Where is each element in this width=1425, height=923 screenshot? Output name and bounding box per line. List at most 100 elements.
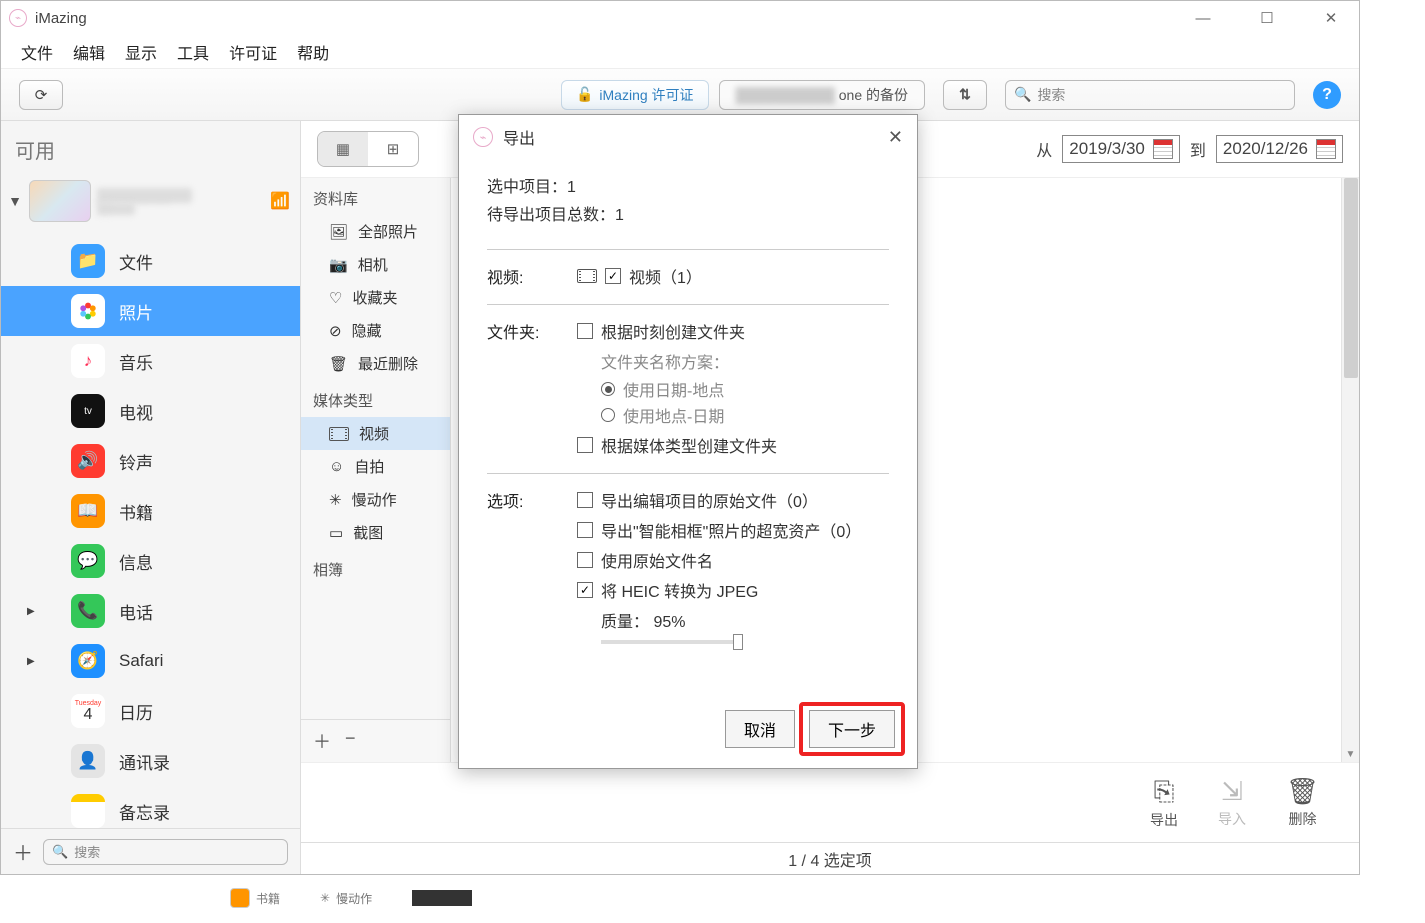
- folder-by-media-checkbox[interactable]: [577, 437, 593, 453]
- sidebar-item-phone[interactable]: 📞 电话: [1, 586, 300, 636]
- scheme-opt1-label: 使用日期-地点: [623, 377, 724, 401]
- contacts-icon: 👤: [71, 744, 105, 778]
- scroll-thumb[interactable]: [1344, 178, 1358, 378]
- action-delete[interactable]: 🗑 删除: [1286, 776, 1319, 829]
- license-button[interactable]: 🔓 iMazing 许可证: [561, 80, 709, 110]
- sidebar-item-files[interactable]: 📁 文件: [1, 236, 300, 286]
- sidebar-item-contacts[interactable]: 👤 通讯录: [1, 736, 300, 786]
- folder-by-moment-label: 根据时刻创建文件夹: [601, 319, 745, 343]
- opt-heic-checkbox[interactable]: [577, 582, 593, 598]
- minimize-button[interactable]: —: [1189, 4, 1217, 32]
- sidebar-item-music[interactable]: ♪ 音乐: [1, 336, 300, 386]
- selected-count: 1: [567, 179, 576, 196]
- sidebar-item-label: 铃声: [119, 449, 153, 474]
- menu-view[interactable]: 显示: [125, 40, 157, 64]
- opt-smartframe-checkbox[interactable]: [577, 522, 593, 538]
- scheme-date-place-radio[interactable]: [601, 382, 615, 396]
- dialog-footer: 取消 下一步: [459, 696, 917, 768]
- device-thumbnail: [29, 180, 91, 222]
- notes-icon: [71, 794, 105, 828]
- folder-row-label: 文件夹:: [487, 319, 557, 463]
- dialog-title: 导出: [503, 125, 535, 149]
- menu-edit[interactable]: 编辑: [73, 40, 105, 64]
- device-sub-masked: ██OS..: [97, 203, 135, 215]
- video-checkbox-label: 视频（1）: [629, 264, 702, 288]
- menu-license[interactable]: 许可证: [229, 40, 277, 64]
- sidebar-device-row[interactable]: ▼ ████████ h... ██OS.. 📶: [1, 174, 300, 228]
- lib-favorites[interactable]: ♡收藏夹: [301, 281, 450, 314]
- sidebar: 可用 ▼ ████████ h... ██OS.. 📶 📁 文件: [1, 121, 301, 874]
- opt-origname-label: 使用原始文件名: [601, 548, 713, 572]
- maximize-button[interactable]: ☐: [1253, 4, 1281, 32]
- cancel-button[interactable]: 取消: [725, 710, 795, 748]
- dialog-titlebar: ⌁ 导出 ✕: [459, 115, 917, 159]
- statusbar: 1 / 4 选定项: [301, 842, 1359, 874]
- scrollbar[interactable]: ▲ ▼: [1341, 178, 1359, 762]
- close-button[interactable]: ✕: [1317, 4, 1345, 32]
- menu-tools[interactable]: 工具: [177, 40, 209, 64]
- date-from-input[interactable]: 2019/3/30: [1062, 135, 1180, 163]
- ext-mini-thumb: [412, 890, 472, 906]
- device-backup-pill[interactable]: ██████████ one 的备份: [719, 80, 925, 110]
- view-grid-large[interactable]: ⊞: [368, 132, 418, 166]
- dialog-close-button[interactable]: ✕: [888, 127, 903, 148]
- sidebar-item-ringtones[interactable]: 🔊 铃声: [1, 436, 300, 486]
- lib-hidden[interactable]: ⊘隐藏: [301, 314, 450, 347]
- sound-icon: 🔊: [71, 444, 105, 478]
- date-range: 从 2019/3/30 到 2020/12/26: [1036, 135, 1343, 163]
- lib-remove-button[interactable]: −: [345, 728, 356, 754]
- action-export[interactable]: ⎘ 导出: [1150, 776, 1178, 830]
- slider-knob[interactable]: [733, 634, 743, 650]
- menubar: 文件 编辑 显示 工具 许可证 帮助: [1, 35, 1359, 69]
- app-title: iMazing: [35, 10, 87, 27]
- lib-add-button[interactable]: ＋: [313, 728, 331, 754]
- menu-help[interactable]: 帮助: [297, 40, 329, 64]
- music-icon: ♪: [71, 344, 105, 378]
- quality-slider[interactable]: [601, 640, 741, 644]
- sidebar-search[interactable]: 🔍 搜索: [43, 839, 288, 865]
- opt-raw-checkbox[interactable]: [577, 492, 593, 508]
- folder-icon: 📁: [71, 244, 105, 278]
- date-to-input[interactable]: 2020/12/26: [1216, 135, 1343, 163]
- sidebar-item-label: 备忘录: [119, 799, 170, 824]
- sidebar-header: 可用: [1, 121, 300, 174]
- chevron-down-icon: ▼: [7, 193, 23, 209]
- lib-screenshot[interactable]: ▭截图: [301, 516, 450, 549]
- sidebar-item-calendar[interactable]: Tuesday 4 日历: [1, 686, 300, 736]
- sidebar-item-label: 日历: [119, 699, 153, 724]
- sidebar-item-photos[interactable]: 照片: [1, 286, 300, 336]
- selected-label: 选中项目：: [487, 179, 567, 196]
- total-label: 待导出项目总数：: [487, 207, 615, 224]
- library-section-header: 媒体类型: [301, 380, 450, 417]
- sidebar-nav: 📁 文件 照片 ♪ 音乐: [1, 228, 300, 828]
- lib-all-photos[interactable]: 🖼全部照片: [301, 215, 450, 248]
- folder-by-moment-checkbox[interactable]: [577, 323, 593, 339]
- add-button[interactable]: ＋: [13, 837, 33, 866]
- next-button[interactable]: 下一步: [809, 710, 895, 748]
- help-button[interactable]: ?: [1313, 81, 1341, 109]
- lib-selfie[interactable]: ☺自拍: [301, 450, 450, 483]
- calendar-date: 4: [84, 707, 93, 723]
- video-checkbox[interactable]: [605, 268, 621, 284]
- sidebar-item-safari[interactable]: 🧭 Safari: [1, 636, 300, 686]
- sidebar-item-books[interactable]: 📖 书籍: [1, 486, 300, 536]
- lib-camera[interactable]: 📷相机: [301, 248, 450, 281]
- toolbar-search[interactable]: 🔍 搜索: [1005, 80, 1295, 110]
- sidebar-item-notes[interactable]: 备忘录: [1, 786, 300, 828]
- lib-recently-deleted[interactable]: 🗑最近删除: [301, 347, 450, 380]
- scheme-place-date-radio[interactable]: [601, 408, 615, 422]
- swap-button[interactable]: ⇅: [943, 80, 987, 110]
- lib-video[interactable]: 视频: [301, 417, 450, 450]
- calendar-icon: Tuesday 4: [71, 694, 105, 728]
- sidebar-item-messages[interactable]: 💬 信息: [1, 536, 300, 586]
- screenshot-icon: ▭: [329, 524, 343, 542]
- menu-file[interactable]: 文件: [21, 40, 53, 64]
- unlock-icon: 🔓: [576, 86, 593, 103]
- sidebar-item-tv[interactable]: tv 电视: [1, 386, 300, 436]
- refresh-button[interactable]: ⟳: [19, 80, 63, 110]
- device-name-masked: ████████ h...: [97, 188, 192, 203]
- trash-icon: 🗑: [329, 355, 348, 373]
- lib-slomo[interactable]: ✳慢动作: [301, 483, 450, 516]
- opt-origname-checkbox[interactable]: [577, 552, 593, 568]
- view-grid-compact[interactable]: ▦: [318, 132, 368, 166]
